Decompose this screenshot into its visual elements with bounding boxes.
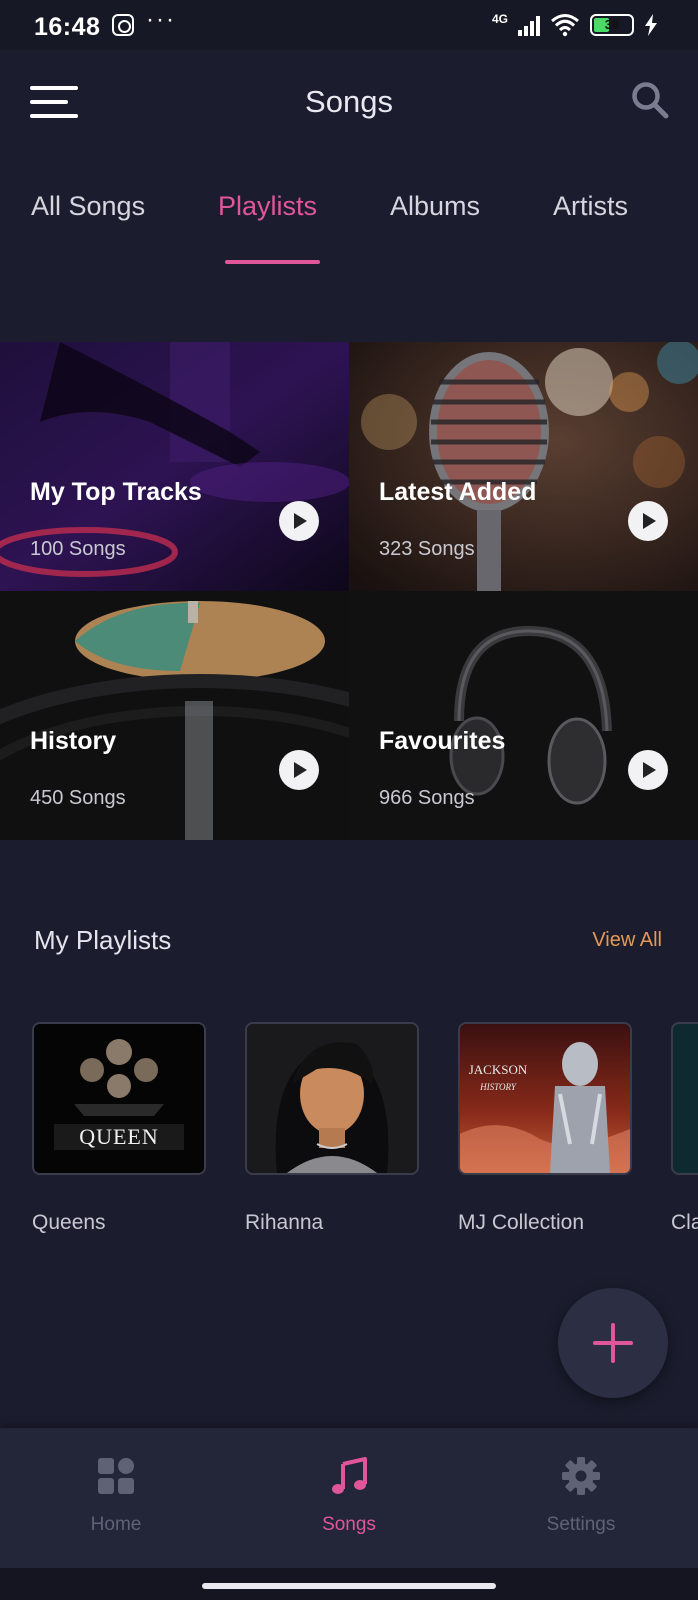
- playlist-song-count: 323 Songs: [379, 538, 475, 560]
- tab-all-songs[interactable]: All Songs: [31, 191, 145, 222]
- playlist-card-partial[interactable]: Cla: [671, 1022, 698, 1235]
- page-title: Songs: [305, 84, 393, 119]
- grid-icon: [98, 1458, 134, 1494]
- playlist-tile-latest-added[interactable]: Latest Added 323 Songs: [349, 342, 698, 591]
- add-playlist-button[interactable]: [558, 1288, 668, 1398]
- tab-albums[interactable]: Albums: [390, 191, 480, 222]
- playlist-title: History: [30, 727, 117, 755]
- instagram-icon: [112, 14, 134, 36]
- gesture-bar: [0, 1568, 698, 1600]
- partial-cover: [671, 1022, 698, 1175]
- play-icon[interactable]: [628, 750, 668, 790]
- nav-settings[interactable]: Settings: [501, 1456, 661, 1536]
- playlist-name: MJ Collection: [458, 1211, 585, 1234]
- tab-playlists[interactable]: Playlists: [218, 191, 317, 222]
- queen-logo-text: QUEEN: [79, 1124, 159, 1149]
- status-bar: 16:48 ··· 4G 38: [0, 0, 698, 50]
- battery-icon: 38: [590, 14, 634, 36]
- battery-level: 38: [604, 17, 620, 32]
- gear-icon: [562, 1457, 600, 1495]
- playlist-name: Cla: [671, 1211, 698, 1234]
- nav-home[interactable]: Home: [36, 1456, 196, 1536]
- playlist-song-count: 966 Songs: [379, 787, 475, 809]
- network-type: 4G: [491, 12, 508, 26]
- nav-label: Home: [90, 1514, 142, 1535]
- active-tab-indicator: [225, 260, 320, 264]
- playlist-song-count: 100 Songs: [30, 538, 126, 560]
- status-time: 16:48: [34, 13, 101, 41]
- music-note-icon: [332, 1457, 367, 1494]
- mj-cover-text: JACKSON: [469, 1062, 528, 1077]
- my-playlists-heading: My Playlists: [34, 925, 172, 955]
- play-icon[interactable]: [279, 501, 319, 541]
- app-bar: Songs: [0, 50, 698, 155]
- playlist-card-mj-collection[interactable]: JACKSON HISTORY MJ Collection: [458, 1022, 632, 1235]
- my-playlists-row: QUEEN Queens Rihanna JACKSON HISTORY MJ …: [0, 1022, 698, 1242]
- playlist-tile-top-tracks[interactable]: My Top Tracks 100 Songs: [0, 342, 349, 591]
- playlist-card-queens[interactable]: QUEEN Queens: [32, 1022, 206, 1235]
- charging-bolt-icon: [645, 14, 657, 36]
- playlist-title: Favourites: [379, 727, 506, 755]
- mj-history-cover: JACKSON HISTORY: [458, 1022, 632, 1175]
- rihanna-cover: [245, 1022, 419, 1175]
- playlist-name: Queens: [32, 1211, 106, 1234]
- playlist-tile-favourites[interactable]: Favourites 966 Songs: [349, 591, 698, 840]
- status-icons: 4G 38: [492, 12, 658, 38]
- view-all-link[interactable]: View All: [592, 929, 662, 952]
- signal-icon: [518, 14, 540, 36]
- nav-label: Settings: [546, 1514, 616, 1535]
- play-icon[interactable]: [628, 501, 668, 541]
- more-dots-icon: ···: [146, 6, 176, 33]
- nav-label: Songs: [322, 1514, 376, 1535]
- playlist-title: Latest Added: [379, 478, 537, 506]
- home-indicator[interactable]: [202, 1583, 496, 1589]
- nav-songs[interactable]: Songs: [269, 1456, 429, 1536]
- featured-playlists-grid: My Top Tracks 100 Songs Latest Added 323…: [0, 342, 698, 842]
- playlist-tile-history[interactable]: History 450 Songs: [0, 591, 349, 840]
- play-icon[interactable]: [279, 750, 319, 790]
- search-icon[interactable]: [630, 80, 670, 120]
- playlist-song-count: 450 Songs: [30, 787, 126, 809]
- playlist-card-rihanna[interactable]: Rihanna: [245, 1022, 419, 1235]
- tab-bar: All Songs Playlists Albums Artists: [0, 185, 698, 265]
- playlist-name: Rihanna: [245, 1211, 324, 1234]
- playlist-title: My Top Tracks: [30, 478, 202, 506]
- wifi-icon: [551, 14, 579, 37]
- queen-cover: QUEEN: [32, 1022, 206, 1175]
- bottom-navigation: Home Songs Settings: [0, 1428, 698, 1568]
- tab-artists[interactable]: Artists: [553, 191, 628, 222]
- mj-cover-subtext: HISTORY: [479, 1082, 517, 1092]
